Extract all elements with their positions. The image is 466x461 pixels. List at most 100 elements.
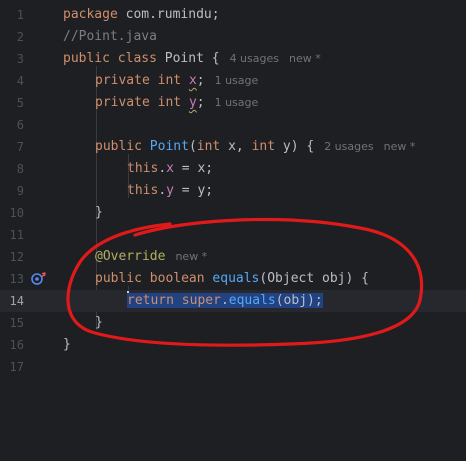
code-text[interactable]: this.y = y; <box>127 180 213 202</box>
usages-hint[interactable]: 1 usage <box>215 96 259 109</box>
code-line-current[interactable]: 14 return super.equals(obj); <box>0 290 466 312</box>
code-line[interactable]: 10 } <box>0 202 466 224</box>
usages-hint[interactable]: 4 usages <box>230 52 279 65</box>
code-line[interactable]: 17 <box>0 356 466 378</box>
dot: . <box>158 161 167 176</box>
line-number: 2 <box>16 30 24 44</box>
code-text[interactable]: private int x; 1 usage <box>95 70 258 92</box>
code-text[interactable]: } <box>63 334 71 356</box>
usages-hint[interactable]: 2 usages <box>324 140 373 153</box>
param: y) { <box>275 139 315 154</box>
paren: ( <box>188 139 197 154</box>
code-line[interactable]: 12 @Override new * <box>0 246 466 268</box>
code-text[interactable]: } <box>95 202 103 224</box>
code-text[interactable]: } <box>95 312 103 334</box>
line-number: 6 <box>16 118 24 132</box>
keyword: return <box>127 293 174 308</box>
code-line[interactable]: 1 package com.rumindu; <box>0 4 466 26</box>
line-number: 4 <box>16 74 24 88</box>
args: (obj); <box>275 293 323 308</box>
line-number: 1 <box>16 8 24 22</box>
code-line[interactable]: 6 <box>0 114 466 136</box>
code-editor[interactable]: 1 package com.rumindu; 2 //Point.java 3 … <box>0 0 466 461</box>
field-name: y <box>188 95 197 110</box>
dot: . <box>158 183 167 198</box>
class-name: Point <box>164 51 204 66</box>
code-text[interactable]: //Point.java <box>63 26 157 48</box>
line-number: 8 <box>16 162 24 176</box>
override-method-icon[interactable] <box>30 270 48 286</box>
keyword: public <box>63 51 110 66</box>
code-line[interactable]: 8 this.x = x; <box>0 158 466 180</box>
annotation: @Override <box>95 249 166 264</box>
keyword: private <box>95 73 150 88</box>
line-number: 9 <box>16 184 24 198</box>
line-number: 15 <box>9 316 24 330</box>
code-line[interactable]: 16 } <box>0 334 466 356</box>
code-text[interactable]: @Override new * <box>95 246 207 268</box>
selection[interactable]: return super.equals(obj); <box>127 293 323 308</box>
code-text[interactable]: public Point(int x, int y) {2 usages new … <box>95 136 415 158</box>
method-name: equals <box>228 293 276 308</box>
code-line[interactable]: 3 public class Point {4 usages new * <box>0 48 466 70</box>
keyword: this <box>127 183 159 198</box>
keyword: int <box>251 139 276 154</box>
author-hint[interactable]: new * <box>384 140 416 153</box>
code-line[interactable]: 4 private int x; 1 usage <box>0 70 466 92</box>
code-text[interactable]: package com.rumindu; <box>63 4 220 26</box>
brace: { <box>203 51 220 66</box>
keyword: this <box>127 161 159 176</box>
assignment: = x; <box>173 161 214 176</box>
keyword: package <box>63 7 118 22</box>
keyword: super <box>181 293 221 308</box>
line-number: 7 <box>16 140 24 154</box>
code-text[interactable]: this.x = x; <box>127 158 213 180</box>
field-name: x <box>166 161 174 176</box>
keyword: class <box>117 51 157 66</box>
param: x, <box>220 139 252 154</box>
line-number: 3 <box>16 52 24 66</box>
code-line[interactable]: 13 public boolean equals(Object obj) { <box>0 268 466 290</box>
line-number: 11 <box>9 228 24 242</box>
keyword: boolean <box>149 271 205 286</box>
comment: //Point.java <box>63 29 157 44</box>
line-number: 14 <box>9 294 24 308</box>
code-line[interactable]: 2 //Point.java <box>0 26 466 48</box>
line-number: 5 <box>16 96 24 110</box>
keyword: int <box>157 95 182 110</box>
code-text[interactable]: public class Point {4 usages new * <box>63 48 321 70</box>
assignment: = y; <box>173 183 214 198</box>
package-name: com.rumindu; <box>117 7 220 22</box>
line-number: 17 <box>9 360 24 374</box>
params: (Object obj) { <box>259 271 369 286</box>
keyword: public <box>95 271 142 286</box>
line-number: 13 <box>9 272 24 286</box>
brace: } <box>63 337 71 352</box>
code-line[interactable]: 5 private int y; 1 usage <box>0 92 466 114</box>
dot: . <box>220 293 229 308</box>
code-line[interactable]: 11 <box>0 224 466 246</box>
code-text[interactable]: return super.equals(obj); <box>127 290 323 312</box>
author-hint[interactable]: new * <box>289 52 321 65</box>
usages-hint[interactable]: 1 usage <box>215 74 259 87</box>
keyword: int <box>196 139 221 154</box>
code-line[interactable]: 9 this.y = y; <box>0 180 466 202</box>
line-number: 10 <box>9 206 24 220</box>
method-name: equals <box>212 271 260 286</box>
line-number: 16 <box>9 338 24 352</box>
code-text[interactable]: public boolean equals(Object obj) { <box>95 268 369 290</box>
keyword: int <box>157 73 182 88</box>
semicolon: ; <box>196 73 205 88</box>
keyword: public <box>95 139 142 154</box>
line-number: 12 <box>9 250 24 264</box>
brace: } <box>95 205 103 220</box>
code-line[interactable]: 7 public Point(int x, int y) {2 usages ne… <box>0 136 466 158</box>
semicolon: ; <box>196 95 205 110</box>
field-name: x <box>188 73 197 88</box>
constructor-name: Point <box>149 139 189 154</box>
code-line[interactable]: 15 } <box>0 312 466 334</box>
field-name: y <box>166 183 174 198</box>
brace: } <box>95 315 103 330</box>
code-text[interactable]: private int y; 1 usage <box>95 92 258 114</box>
author-hint[interactable]: new * <box>175 250 207 263</box>
